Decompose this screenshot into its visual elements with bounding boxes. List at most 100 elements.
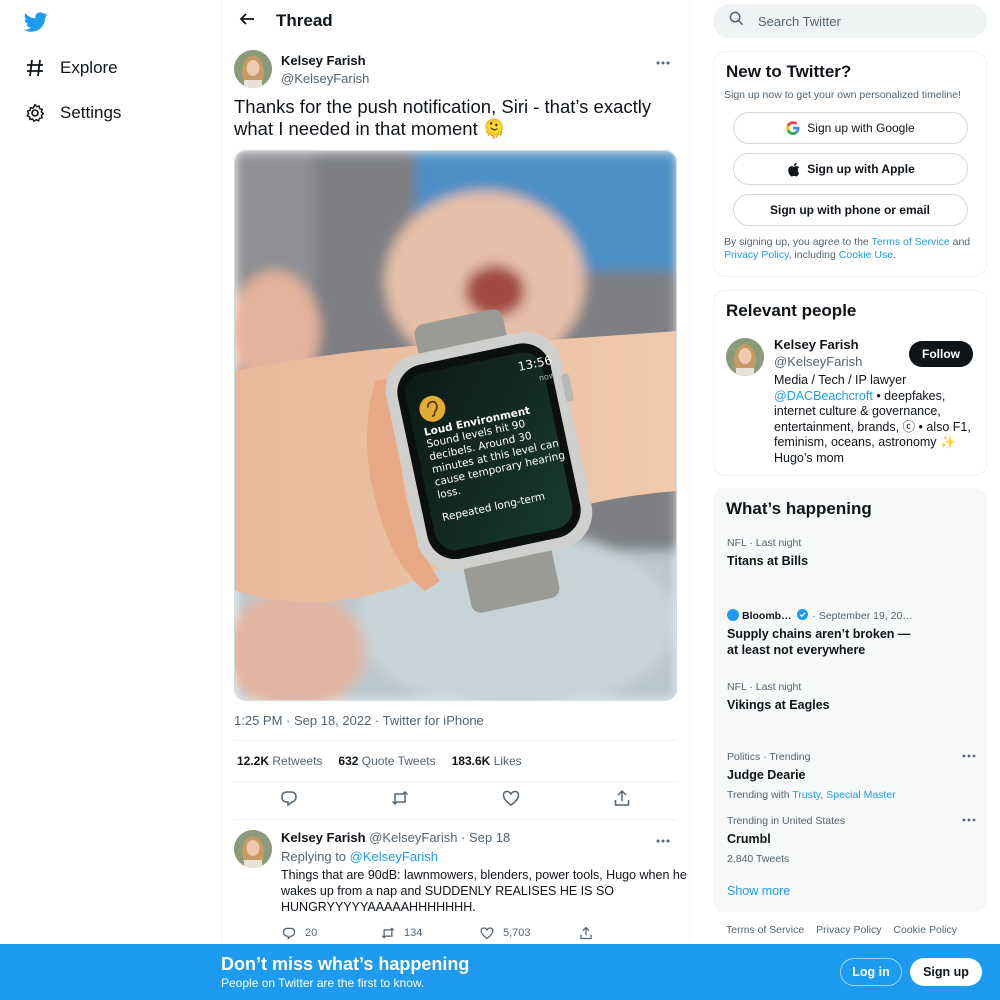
reply-author-meta: @KelseyFarish · Sep 18	[369, 830, 511, 845]
reply-tweet[interactable]: Kelsey Farish @KelseyFarish · Sep 18 Rep…	[222, 820, 689, 940]
main-tweet: Kelsey Farish @KelseyFarish Thanks for t…	[222, 50, 689, 820]
footer-cookie-link[interactable]: Cookie Policy	[893, 924, 957, 936]
privacy-policy-link[interactable]: Privacy Policy	[724, 249, 789, 261]
terms-of-service-link[interactable]: Terms of Service	[872, 236, 950, 248]
page-title: Thread	[276, 11, 333, 30]
signup-phone-label: Sign up with phone or email	[769, 203, 930, 217]
signup-phone-email-button[interactable]: Sign up with phone or email	[732, 194, 968, 226]
quote-tweets-stat[interactable]: 632 Quote Tweets	[338, 754, 435, 768]
cookie-use-link[interactable]: Cookie Use	[839, 249, 893, 261]
person-bio: Media / Tech / IP lawyer @DACBeachcroft …	[774, 373, 974, 466]
nav-label-settings: Settings	[60, 103, 122, 122]
footer-terms-link[interactable]: Terms of Service	[726, 924, 804, 936]
trend-meta: Politics · Trending	[727, 751, 811, 763]
tweet-timestamp[interactable]: 1:25 PM · Sep 18, 2022 · Twitter for iPh…	[234, 713, 677, 728]
reply-retweet-button[interactable]: 134	[380, 925, 479, 941]
trend-item[interactable]: Bloomb… · September 19, 20… Supply chain…	[727, 609, 977, 658]
twitter-bird-icon[interactable]	[23, 10, 48, 34]
relevant-people-card: Relevant people Kelsey Farish @KelseyFar…	[713, 290, 987, 476]
more-dots-icon	[656, 52, 670, 70]
signup-google-label: Sign up with Google	[807, 121, 915, 135]
trend-item[interactable]: NFL · Last night Titans at Bills	[727, 537, 977, 570]
quotes-count: 632	[338, 754, 359, 768]
signup-apple-button[interactable]: Sign up with Apple	[732, 153, 968, 185]
verified-badge-icon	[796, 609, 808, 620]
author-names: Kelsey Farish @KelseyFarish	[281, 53, 369, 86]
nav-item-explore[interactable]: Explore	[24, 53, 118, 83]
avatar[interactable]	[726, 338, 764, 376]
arrow-left-icon	[239, 11, 255, 32]
author-name[interactable]: Kelsey Farish	[281, 53, 369, 68]
trend-item[interactable]: Trending in United States Crumbl 2,840 T…	[727, 815, 977, 865]
bottom-bar-title: Don’t miss what’s happening	[221, 954, 470, 974]
thread-header: Thread	[222, 0, 689, 42]
more-dots-icon	[962, 818, 976, 822]
more-options-button[interactable]	[653, 54, 673, 68]
google-icon	[785, 120, 801, 136]
likes-stat[interactable]: 183.6K Likes	[452, 754, 522, 768]
reply-button[interactable]	[279, 791, 299, 811]
trend-item[interactable]: Politics · Trending Judge Dearie Trendin…	[727, 751, 977, 801]
replying-prefix: Replying to	[281, 849, 347, 864]
tweet-actions	[234, 782, 677, 820]
left-nav: Explore Settings	[0, 0, 222, 1000]
trend-meta: Bloomb… · September 19, 20…	[727, 609, 977, 622]
trend-meta: NFL · Last night	[727, 681, 802, 693]
login-button[interactable]: Log in	[840, 958, 902, 986]
new-to-twitter-subtitle: Sign up now to get your own personalized…	[724, 89, 961, 101]
reply-like-button[interactable]: 5,703	[479, 925, 578, 941]
reply-actions: 20 134 5,703	[281, 925, 677, 941]
main-column: Thread Kelsey Farish @KelseyFarish Thank…	[221, 0, 690, 1000]
trend-more-button[interactable]	[961, 815, 977, 825]
signup-legal-text: By signing up, you agree to the Terms of…	[714, 236, 986, 262]
quotes-label: Quote Tweets	[361, 754, 436, 768]
share-icon	[578, 925, 594, 941]
retweets-stat[interactable]: 12.2K Retweets	[237, 754, 322, 768]
apple-icon	[785, 161, 801, 177]
show-more-link[interactable]: Show more	[727, 884, 790, 898]
retweet-button[interactable]	[390, 790, 410, 811]
signup-button[interactable]: Sign up	[910, 958, 982, 986]
whats-happening-card: What’s happening NFL · Last night Titans…	[713, 488, 987, 912]
trend-sub: Trending with Trusty, Special Master	[727, 789, 977, 801]
hashtag-icon	[24, 57, 46, 79]
trend-date: · September 19, 20…	[812, 610, 913, 622]
bottom-bar-subtitle: People on Twitter are the first to know.	[221, 976, 425, 990]
author-handle[interactable]: @KelseyFarish	[281, 71, 369, 86]
signup-google-button[interactable]: Sign up with Google	[732, 112, 968, 144]
trend-link-trusty[interactable]: Trusty	[792, 789, 820, 801]
tweet-author-row: Kelsey Farish @KelseyFarish	[234, 50, 677, 98]
trend-link-special-master[interactable]: Special Master	[826, 789, 895, 801]
trend-title: Judge Dearie	[727, 768, 806, 782]
nav-label-explore: Explore	[60, 58, 118, 77]
more-dots-icon	[656, 830, 670, 848]
replying-handle-link[interactable]: @KelseyFarish	[350, 849, 438, 864]
reply-body: Kelsey Farish @KelseyFarish · Sep 18 Rep…	[281, 830, 687, 941]
reply-share-button[interactable]	[578, 925, 677, 941]
avatar[interactable]	[234, 50, 272, 88]
legal-and: and	[952, 236, 971, 248]
legal-prefix: By signing up, you agree to the	[724, 236, 869, 248]
back-button[interactable]	[234, 8, 260, 34]
trend-more-button[interactable]	[961, 751, 977, 761]
avatar[interactable]	[234, 830, 272, 868]
trend-title: Titans at Bills	[727, 554, 809, 568]
bio-mention-link[interactable]: @DACBeachcroft	[774, 389, 873, 403]
search-input[interactable]	[758, 13, 958, 29]
tweet-photo[interactable]: 13:56 now Loud Environment Sound levels …	[234, 150, 677, 701]
footer-privacy-link[interactable]: Privacy Policy	[816, 924, 881, 936]
reply-icon	[281, 925, 297, 941]
reply-more-options-button[interactable]	[653, 832, 673, 846]
reply-reply-button[interactable]: 20	[281, 925, 380, 941]
follow-button[interactable]: Follow	[909, 341, 973, 367]
new-to-twitter-card: New to Twitter? Sign up now to get your …	[713, 51, 987, 277]
search-bar[interactable]	[713, 4, 987, 38]
trend-sub: 2,840 Tweets	[727, 852, 790, 865]
signup-apple-label: Sign up with Apple	[807, 162, 915, 176]
nav-item-settings[interactable]: Settings	[24, 98, 121, 128]
share-button[interactable]	[612, 789, 632, 811]
trend-item[interactable]: NFL · Last night Vikings at Eagles	[727, 681, 977, 714]
like-button[interactable]	[501, 790, 521, 811]
trend-sub-prefix: Trending with	[727, 788, 790, 801]
reply-author-name[interactable]: Kelsey Farish	[281, 830, 366, 845]
